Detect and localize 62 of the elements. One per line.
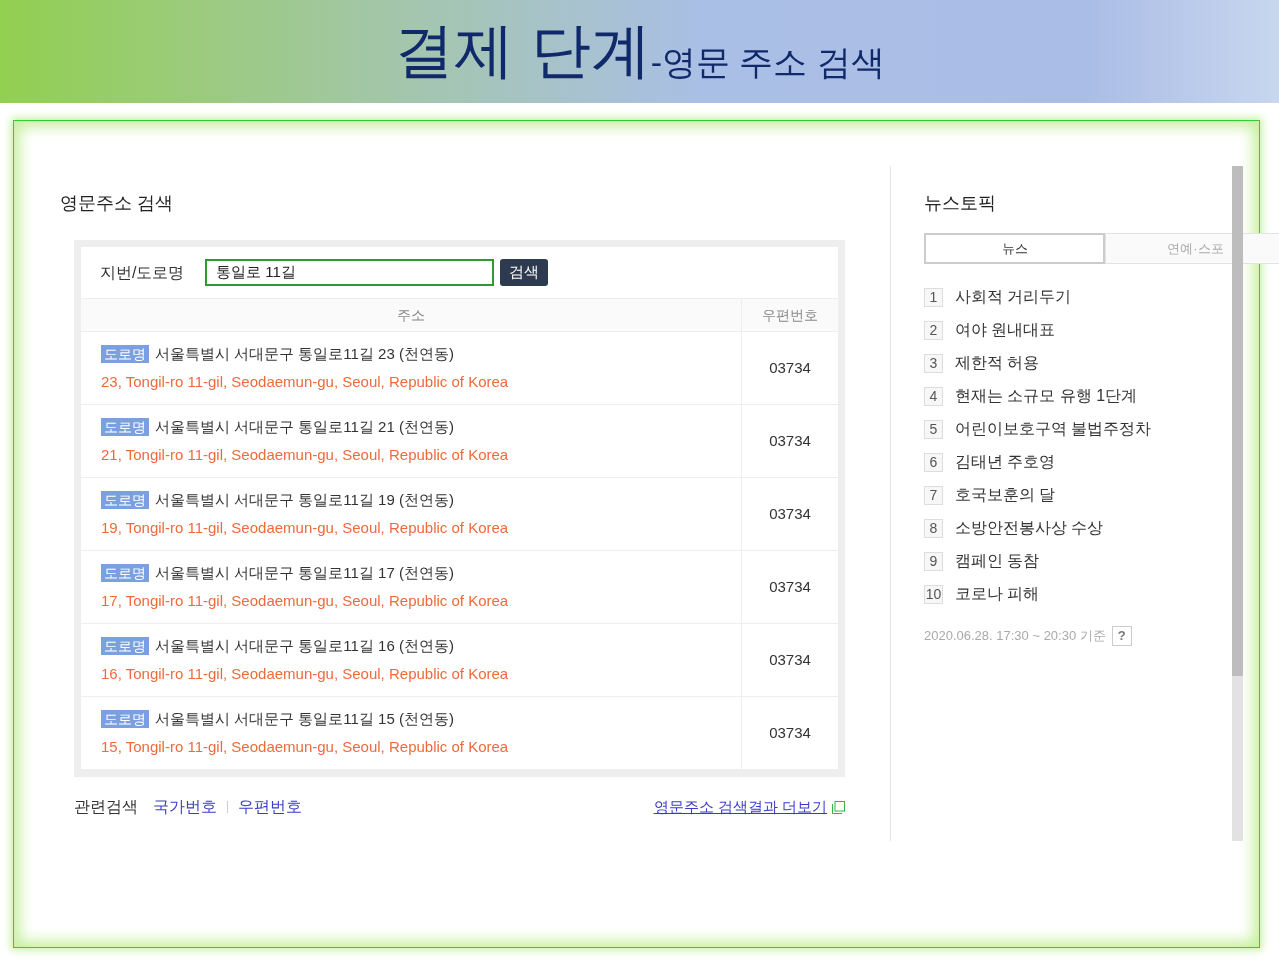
postal-code: 03734: [741, 332, 838, 404]
related-link[interactable]: 우편번호: [238, 795, 302, 819]
column-header: 주소: [396, 305, 426, 325]
section-heading: 영문주소 검색: [60, 192, 174, 215]
search-button[interactable]: 검색: [500, 259, 548, 286]
postal-code: 03734: [741, 405, 838, 477]
rank-number: 2: [924, 320, 943, 340]
rank-number: 9: [924, 551, 943, 571]
topic-link[interactable]: 캠페인 동참: [955, 549, 1040, 573]
topic-link[interactable]: 코로나 피해: [955, 582, 1040, 606]
korean-address: 서울특별시 서대문구 통일로11길 21 (천연동): [155, 416, 454, 437]
scrollbar[interactable]: [1232, 166, 1243, 841]
topic-link[interactable]: 김태년 주호영: [955, 450, 1056, 474]
english-address: 17, Tongil-ro 11-gil, Seodaemun-gu, Seoul, Republic of Korea: [101, 591, 510, 611]
related-link[interactable]: 국가번호: [153, 795, 217, 819]
topic-link[interactable]: 어린이보호구역 불법주정차: [955, 417, 1152, 441]
slide-subtitle: -영문 주소 검색: [650, 45, 885, 79]
korean-address: 서울특별시 서대문구 통일로11길 17 (천연동): [155, 562, 454, 583]
rank-number: 7: [924, 485, 943, 505]
topic-link[interactable]: 여야 원내대표: [955, 318, 1056, 342]
topic-link[interactable]: 사회적 거리두기: [955, 285, 1072, 309]
road-name-badge: 도로명: [101, 490, 149, 509]
korean-address: 서울특별시 서대문구 통일로11길 15 (천연동): [155, 708, 454, 729]
postal-code: 03734: [741, 624, 838, 696]
topic-link[interactable]: 제한적 허용: [955, 351, 1040, 375]
topic-link[interactable]: 소방안전봉사상 수상: [955, 516, 1104, 540]
korean-address: 서울특별시 서대문구 통일로11길 19 (천연동): [155, 489, 454, 510]
search-field[interactable]: 통일로 11길: [205, 259, 494, 286]
english-address: 15, Tongil-ro 11-gil, Seodaemun-gu, Seoul, Republic of Korea: [101, 737, 510, 757]
korean-address: 서울특별시 서대문구 통일로11길 23 (천연동): [155, 343, 454, 364]
rank-number: 8: [924, 518, 943, 538]
new-window-icon: [832, 800, 845, 814]
postal-code: 03734: [741, 697, 838, 769]
english-address: 21, Tongil-ro 11-gil, Seodaemun-gu, Seoul, Republic of Korea: [101, 445, 510, 465]
english-address: 23, Tongil-ro 11-gil, Seodaemun-gu, Seoul, Republic of Korea: [101, 372, 510, 392]
section-heading: 뉴스토픽: [924, 192, 997, 215]
help-button[interactable]: ?: [1111, 626, 1132, 646]
timestamp: 2020.06.28. 17:30 ~ 20:30 기준: [924, 627, 1106, 646]
road-name-badge: 도로명: [101, 417, 149, 436]
postal-code: 03734: [741, 478, 838, 550]
rank-number: 5: [924, 419, 943, 439]
related-search-label: 관련검색: [74, 797, 138, 817]
more-results-link[interactable]: 영문주소 검색결과 더보기: [653, 795, 827, 819]
rank-number: 4: [924, 386, 943, 406]
english-address: 19, Tongil-ro 11-gil, Seodaemun-gu, Seoul, Republic of Korea: [101, 518, 510, 538]
slide-title: 결제 단계: [394, 21, 651, 81]
english-address: 16, Tongil-ro 11-gil, Seodaemun-gu, Seoul, Republic of Korea: [101, 664, 510, 684]
rank-number: 1: [924, 287, 943, 307]
road-name-badge: 도로명: [101, 344, 149, 363]
rank-number: 6: [924, 452, 943, 472]
topic-link[interactable]: 현재는 소규모 유행 1단계: [955, 384, 1138, 408]
postal-code: 03734: [741, 551, 838, 623]
korean-address: 서울특별시 서대문구 통일로11길 16 (천연동): [155, 635, 454, 656]
road-name-badge: 도로명: [101, 709, 149, 728]
topic-link[interactable]: 호국보훈의 달: [955, 483, 1056, 507]
road-name-badge: 도로명: [101, 563, 149, 582]
rank-number: 3: [924, 353, 943, 373]
tab[interactable]: 뉴스: [924, 233, 1105, 264]
rank-number: 10: [924, 584, 943, 604]
field-label: 지번/도로명: [100, 262, 186, 283]
road-name-badge: 도로명: [101, 636, 149, 655]
column-header: 우편번호: [741, 299, 838, 331]
